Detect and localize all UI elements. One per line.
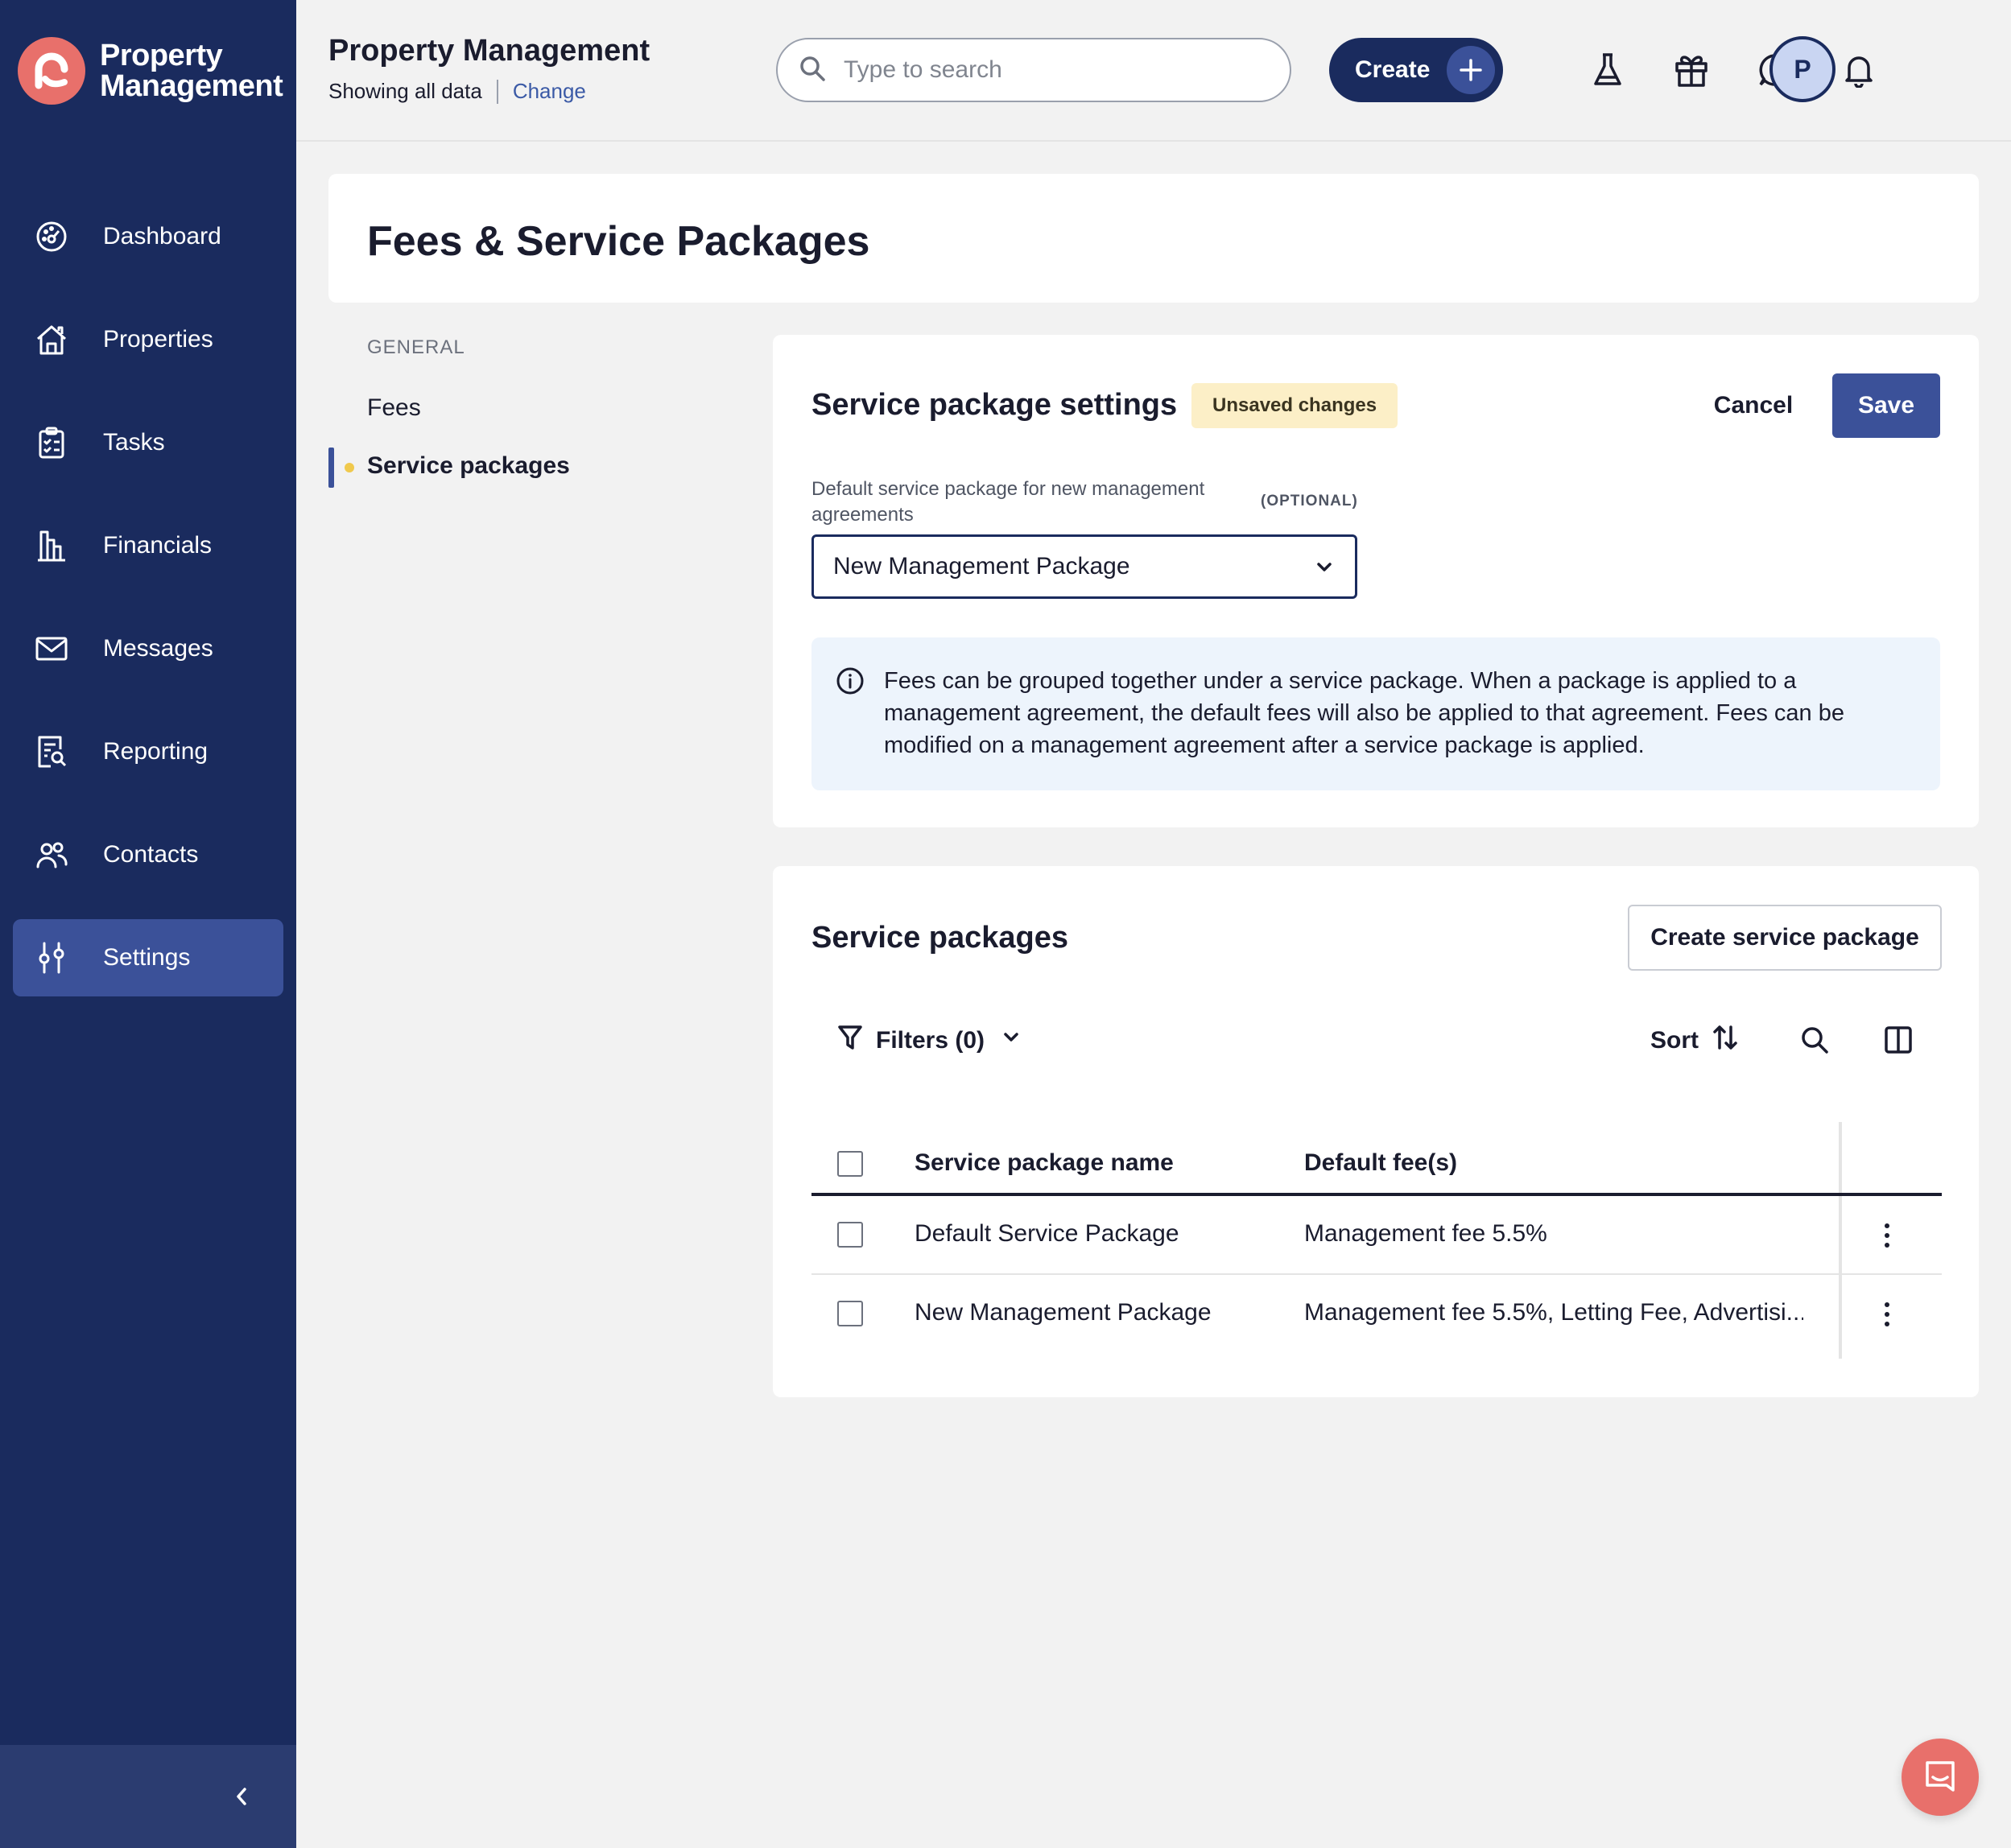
bell-icon[interactable] xyxy=(1836,47,1881,93)
search-icon xyxy=(799,55,826,86)
data-scope: Showing all data Change xyxy=(328,79,586,104)
sidebar-item-dashboard[interactable]: Dashboard xyxy=(13,198,283,275)
subnav-active-indicator xyxy=(328,448,334,488)
default-package-select[interactable]: New Management Package xyxy=(811,534,1357,599)
create-service-package-button[interactable]: Create service package xyxy=(1628,905,1942,971)
sidebar: Property Management Dashboard Properties… xyxy=(0,0,296,1848)
filters-button[interactable]: Filters (0) xyxy=(837,1024,1022,1058)
info-text: Fees can be grouped together under a ser… xyxy=(884,668,1844,758)
default-package-label: Default service package for new manageme… xyxy=(811,478,1205,526)
gauge-icon xyxy=(34,219,69,254)
settings-card-title: Service package settings xyxy=(811,388,1178,422)
subnav-group-label: GENERAL xyxy=(367,336,465,358)
flask-icon[interactable] xyxy=(1585,47,1630,93)
sidebar-item-label: Reporting xyxy=(103,738,209,765)
table-header: Service package name Default fee(s) xyxy=(811,1125,1942,1196)
divider xyxy=(496,79,498,104)
brand-logo[interactable]: Property Management xyxy=(18,37,283,105)
sidebar-item-financials[interactable]: Financials xyxy=(13,507,283,584)
status-badge: Unsaved changes xyxy=(1191,383,1398,428)
sort-button[interactable]: Sort xyxy=(1650,1024,1739,1058)
chevron-down-icon xyxy=(1001,1027,1022,1054)
search-icon[interactable] xyxy=(1795,1021,1834,1059)
people-icon xyxy=(34,837,69,872)
info-icon xyxy=(836,666,865,699)
unsaved-dot xyxy=(345,463,354,472)
search-input[interactable]: Type to search xyxy=(776,38,1291,102)
package-name[interactable]: Default Service Package xyxy=(915,1220,1179,1248)
service-packages-card: Service packages Create service package … xyxy=(773,866,1979,1397)
app-title: Property Management xyxy=(328,34,650,68)
sidebar-item-label: Tasks xyxy=(103,429,165,456)
more-options-icon[interactable] xyxy=(1877,1217,1897,1254)
chevron-down-icon xyxy=(1313,556,1336,585)
sort-icon xyxy=(1712,1024,1739,1058)
row-checkbox[interactable] xyxy=(837,1301,863,1326)
column-header-fees[interactable]: Default fee(s) xyxy=(1304,1149,1457,1177)
package-fees: Management fee 5.5% xyxy=(1304,1220,1547,1247)
change-scope-link[interactable]: Change xyxy=(513,79,586,104)
sidebar-footer xyxy=(0,1745,296,1848)
package-fees: Management fee 5.5%, Letting Fee, Advert… xyxy=(1304,1299,1803,1326)
service-packages-table: Service package name Default fee(s) Defa… xyxy=(811,1125,1942,1354)
sidebar-item-properties[interactable]: Properties xyxy=(13,301,283,378)
create-button[interactable]: Create xyxy=(1329,38,1503,102)
info-callout: Fees can be grouped together under a ser… xyxy=(811,637,1940,790)
house-icon xyxy=(34,322,69,357)
page-title: Fees & Service Packages xyxy=(367,218,870,265)
create-label: Create xyxy=(1355,56,1431,83)
package-name[interactable]: New Management Package xyxy=(915,1299,1212,1326)
chevron-left-icon[interactable] xyxy=(225,1780,258,1813)
sidebar-item-label: Financials xyxy=(103,532,213,559)
page-title-card: Fees & Service Packages xyxy=(328,174,1979,303)
service-package-settings-card: Service package settings Unsaved changes… xyxy=(773,335,1979,827)
scope-text: Showing all data xyxy=(328,79,482,103)
select-all-checkbox[interactable] xyxy=(837,1151,863,1177)
sidebar-item-contacts[interactable]: Contacts xyxy=(13,816,283,893)
filter-icon xyxy=(837,1024,863,1058)
sidebar-item-tasks[interactable]: Tasks xyxy=(13,404,283,481)
row-checkbox[interactable] xyxy=(837,1222,863,1248)
subnav-item-fees[interactable]: Fees xyxy=(367,394,421,422)
cancel-button[interactable]: Cancel xyxy=(1697,373,1810,438)
sort-label: Sort xyxy=(1650,1027,1699,1054)
bank-icon xyxy=(34,528,69,563)
columns-icon[interactable] xyxy=(1879,1021,1918,1059)
search-placeholder: Type to search xyxy=(844,56,1002,83)
plus-icon xyxy=(1447,46,1495,94)
sidebar-item-label: Properties xyxy=(103,326,213,353)
filters-label: Filters (0) xyxy=(876,1027,985,1054)
envelope-icon xyxy=(34,631,69,666)
brand-logo-icon xyxy=(18,37,85,105)
top-header: Property Management Showing all data Cha… xyxy=(296,0,2011,142)
column-header-name[interactable]: Service package name xyxy=(915,1149,1174,1177)
optional-tag: (OPTIONAL) xyxy=(1261,493,1358,509)
sliders-icon xyxy=(34,940,69,976)
report-search-icon xyxy=(34,734,69,769)
chat-icon xyxy=(1922,1758,1958,1797)
sidebar-item-label: Contacts xyxy=(103,841,199,868)
chat-button[interactable] xyxy=(1902,1739,1979,1816)
save-button[interactable]: Save xyxy=(1832,373,1940,438)
sidebar-item-reporting[interactable]: Reporting xyxy=(13,713,283,790)
sidebar-item-messages[interactable]: Messages xyxy=(13,610,283,687)
sidebar-nav: Dashboard Properties Tasks Financials Me… xyxy=(13,198,283,1022)
subnav-item-service-packages[interactable]: Service packages xyxy=(367,452,570,480)
clipboard-icon xyxy=(34,425,69,460)
brand-name: Property Management xyxy=(100,39,283,103)
sidebar-item-settings[interactable]: Settings xyxy=(13,919,283,996)
sidebar-item-label: Messages xyxy=(103,635,213,662)
packages-card-title: Service packages xyxy=(811,921,1069,955)
more-options-icon[interactable] xyxy=(1877,1296,1897,1333)
table-row[interactable]: New Management Package Management fee 5.… xyxy=(811,1275,1942,1354)
gift-icon[interactable] xyxy=(1669,47,1714,93)
selected-value: New Management Package xyxy=(833,553,1130,580)
avatar[interactable]: P xyxy=(1769,36,1836,102)
sidebar-item-label: Dashboard xyxy=(103,223,221,250)
sidebar-item-label: Settings xyxy=(103,944,191,971)
table-row[interactable]: Default Service Package Management fee 5… xyxy=(811,1196,1942,1275)
